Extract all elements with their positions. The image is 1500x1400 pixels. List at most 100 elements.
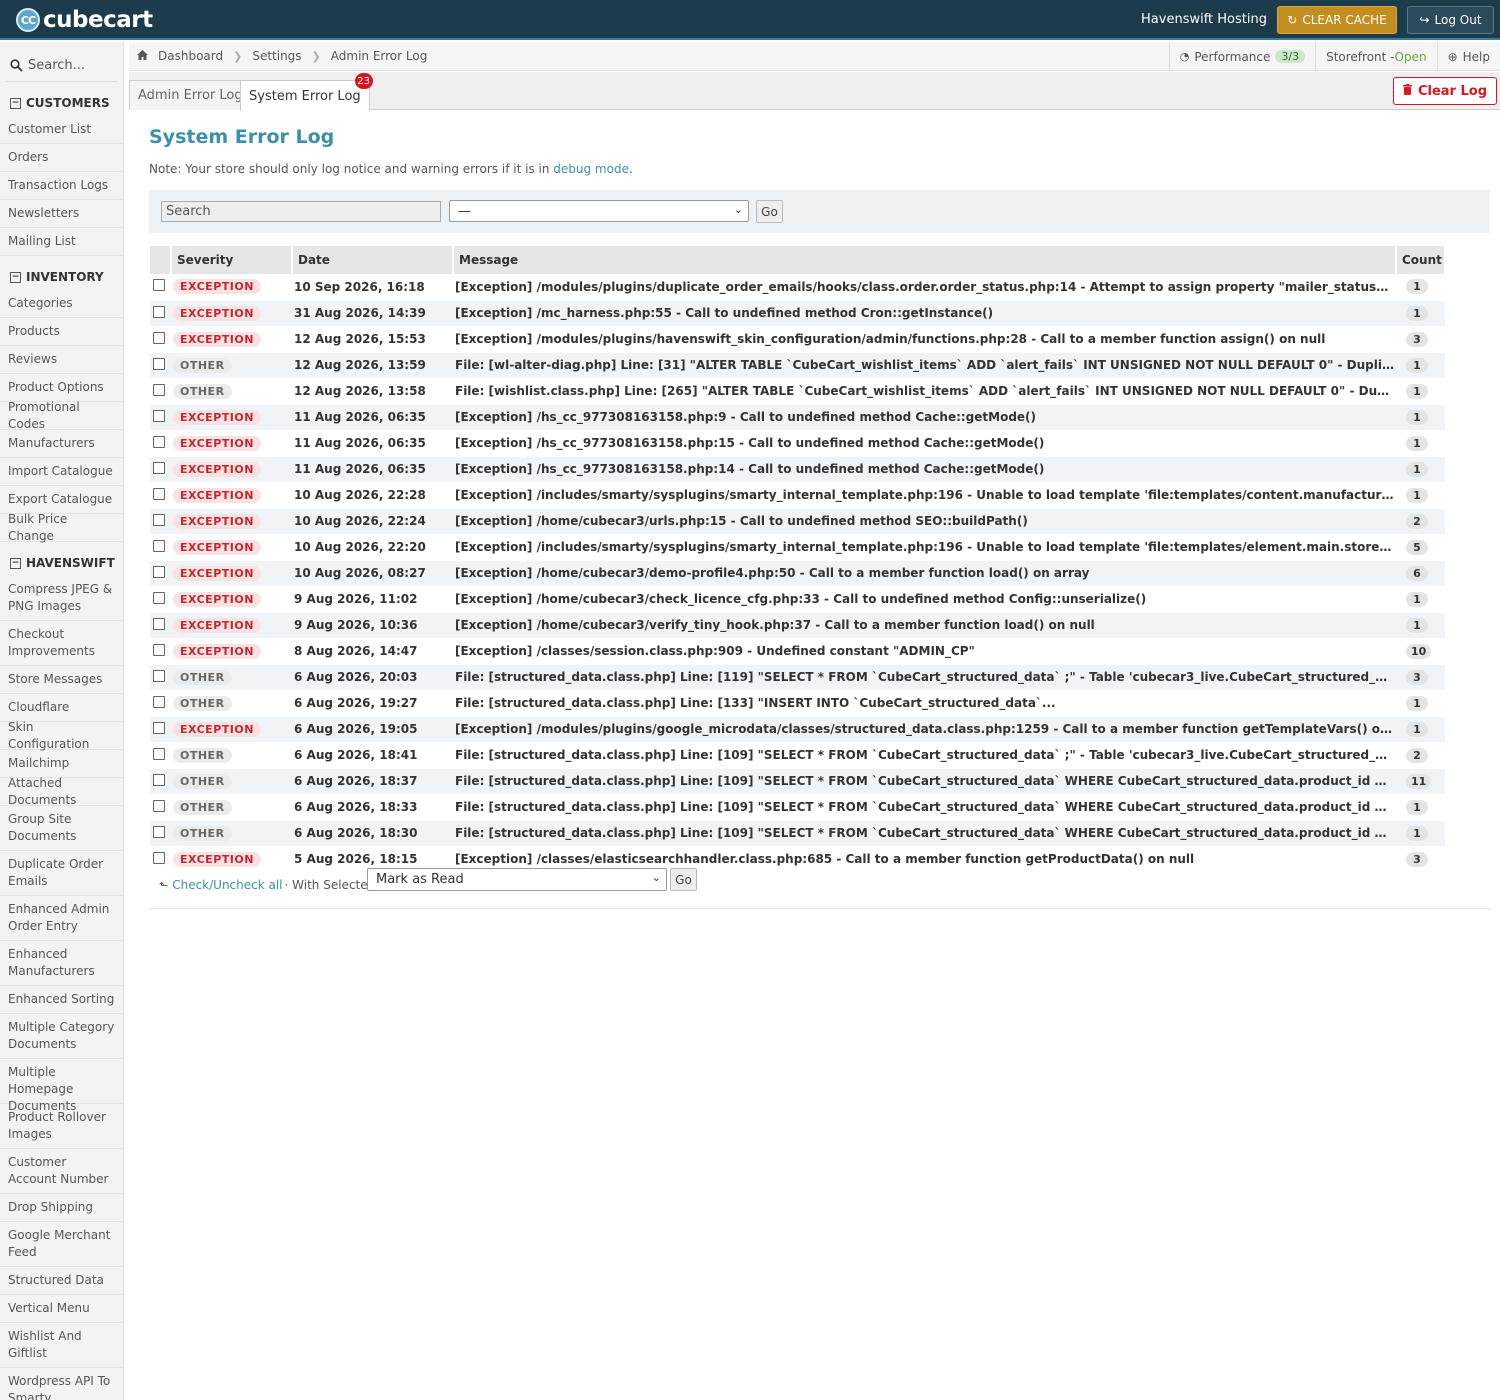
table-row[interactable]: OTHER 12 Aug 2026, 13:59 File: [wl-alter-d…: [150, 352, 1445, 379]
breadcrumb-dashboard[interactable]: Dashboard: [158, 49, 223, 63]
table-row[interactable]: EXCEPTION 6 Aug 2026, 19:05 [Exception] /m…: [150, 716, 1445, 743]
message-cell[interactable]: [Exception] /mc_harness.php:55 - Call to…: [453, 300, 1396, 327]
filter-go-button[interactable]: Go: [756, 200, 783, 223]
sidebar-item-group-site-documents[interactable]: Group Site Documents: [0, 806, 123, 851]
sidebar-item-mailing-list[interactable]: Mailing List: [0, 228, 123, 256]
sidebar-item-product-rollover-images[interactable]: Product Rollover Images: [0, 1104, 123, 1149]
sidebar-item-structured-data[interactable]: Structured Data: [0, 1267, 123, 1295]
sidebar-item-vertical-menu[interactable]: Vertical Menu: [0, 1295, 123, 1323]
log-search-input[interactable]: Search: [161, 201, 441, 222]
row-checkbox[interactable]: [153, 773, 165, 786]
sidebar-item-categories[interactable]: Categories: [0, 290, 123, 318]
row-checkbox[interactable]: [153, 825, 165, 838]
row-checkbox[interactable]: [153, 669, 165, 682]
table-row[interactable]: EXCEPTION 10 Sep 2026, 16:18 [Exception] /…: [150, 274, 1445, 301]
table-row[interactable]: EXCEPTION 31 Aug 2026, 14:39 [Exception] /…: [150, 300, 1445, 327]
message-cell[interactable]: [Exception] /includes/smarty/sysplugins/…: [453, 482, 1396, 509]
sidebar-item-skin-configuration[interactable]: Skin Configuration: [0, 720, 123, 751]
sidebar-item-products[interactable]: Products: [0, 318, 123, 346]
message-cell[interactable]: [Exception] /modules/plugins/duplicate_o…: [453, 274, 1396, 301]
sidebar-item-wishlist-and-giftlist[interactable]: Wishlist And Giftlist: [0, 1323, 123, 1368]
table-row[interactable]: OTHER 6 Aug 2026, 18:37 File: [structured_…: [150, 768, 1445, 795]
row-checkbox[interactable]: [153, 487, 165, 500]
sidebar-item-customer-list[interactable]: Customer List: [0, 116, 123, 144]
table-row[interactable]: OTHER 6 Aug 2026, 20:03 File: [structured_…: [150, 664, 1445, 691]
row-checkbox[interactable]: [153, 591, 165, 604]
sidebar-item-attached-documents[interactable]: Attached Documents: [0, 776, 123, 807]
row-checkbox[interactable]: [153, 565, 165, 578]
sidebar-item-multiple-homepage-documents[interactable]: Multiple Homepage Documents: [0, 1059, 123, 1113]
table-row[interactable]: OTHER 6 Aug 2026, 18:30 File: [structured_…: [150, 820, 1445, 847]
home-icon[interactable]: [137, 49, 148, 63]
storefront-link[interactable]: Storefront - Open: [1315, 42, 1436, 71]
message-cell[interactable]: File: [structured_data.class.php] Line: …: [453, 768, 1396, 795]
tab-system-error-log[interactable]: System Error Log 23: [240, 73, 373, 111]
sidebar-item-orders[interactable]: Orders: [0, 144, 123, 172]
row-checkbox[interactable]: [153, 357, 165, 370]
logout-button[interactable]: ↪ Log Out: [1407, 6, 1494, 34]
sidebar-item-checkout-improvements[interactable]: Checkout Improvements: [0, 621, 123, 666]
row-checkbox[interactable]: [153, 435, 165, 448]
sidebar-item-customer-account-number[interactable]: Customer Account Number: [0, 1149, 123, 1194]
row-checkbox[interactable]: [153, 643, 165, 656]
sidebar-item-wordpress-api-to-smarty[interactable]: Wordpress API To Smarty: [0, 1368, 123, 1400]
sidebar-item-reviews[interactable]: Reviews: [0, 346, 123, 374]
check-uncheck-all-link[interactable]: Check/Uncheck all: [172, 878, 282, 892]
sidebar-item-enhanced-sorting[interactable]: Enhanced Sorting: [0, 986, 123, 1014]
performance-link[interactable]: ◔ Performance 3/3: [1168, 42, 1315, 71]
sidebar-item-multiple-category-documents[interactable]: Multiple Category Documents: [0, 1014, 123, 1059]
table-row[interactable]: EXCEPTION 11 Aug 2026, 06:35 [Exception] /…: [150, 456, 1445, 483]
row-checkbox[interactable]: [153, 539, 165, 552]
message-cell[interactable]: File: [structured_data.class.php] Line: …: [453, 820, 1396, 847]
debug-mode-link[interactable]: debug mode: [553, 162, 629, 176]
sidebar-item-bulk-price-change[interactable]: Bulk Price Change: [0, 512, 123, 543]
sidebar-section-inventory[interactable]: − INVENTORY: [0, 264, 123, 290]
sidebar-item-google-merchant-feed[interactable]: Google Merchant Feed: [0, 1222, 123, 1267]
row-checkbox[interactable]: [153, 851, 165, 864]
table-row[interactable]: EXCEPTION 9 Aug 2026, 10:36 [Exception] /h…: [150, 612, 1445, 639]
row-checkbox[interactable]: [153, 617, 165, 630]
table-row[interactable]: OTHER 6 Aug 2026, 18:41 File: [structured_…: [150, 742, 1445, 769]
sidebar-item-store-messages[interactable]: Store Messages: [0, 666, 123, 694]
row-checkbox[interactable]: [153, 409, 165, 422]
row-checkbox[interactable]: [153, 331, 165, 344]
row-checkbox[interactable]: [153, 513, 165, 526]
sidebar-item-duplicate-order-emails[interactable]: Duplicate Order Emails: [0, 851, 123, 896]
sidebar-search[interactable]: Search...: [6, 50, 117, 82]
bulk-action-select[interactable]: Mark as Read ⌄: [367, 868, 667, 891]
table-row[interactable]: EXCEPTION 10 Aug 2026, 08:27 [Exception] /…: [150, 560, 1445, 587]
message-cell[interactable]: File: [structured_data.class.php] Line: …: [453, 794, 1396, 821]
message-cell[interactable]: [Exception] /classes/session.class.php:9…: [453, 638, 1396, 665]
sidebar-item-import-catalogue[interactable]: Import Catalogue: [0, 458, 123, 486]
message-cell[interactable]: [Exception] /hs_cc_977308163158.php:15 -…: [453, 430, 1396, 457]
table-row[interactable]: EXCEPTION 8 Aug 2026, 14:47 [Exception] /c…: [150, 638, 1445, 665]
message-cell[interactable]: File: [wishlist.class.php] Line: [265] "…: [453, 378, 1396, 405]
sidebar-item-transaction-logs[interactable]: Transaction Logs: [0, 172, 123, 200]
help-link[interactable]: ⊕ Help: [1436, 42, 1500, 71]
severity-filter-select[interactable]: — ⌄: [449, 200, 749, 222]
header-date[interactable]: Date: [292, 246, 454, 274]
header-severity[interactable]: Severity: [171, 246, 293, 274]
message-cell[interactable]: [Exception] /home/cubecar3/verify_tiny_h…: [453, 612, 1396, 639]
row-checkbox[interactable]: [153, 695, 165, 708]
table-row[interactable]: EXCEPTION 11 Aug 2026, 06:35 [Exception] /…: [150, 404, 1445, 431]
table-row[interactable]: EXCEPTION 5 Aug 2026, 18:15 [Exception] /c…: [150, 846, 1445, 873]
message-cell[interactable]: [Exception] /modules/plugins/havenswift_…: [453, 326, 1396, 353]
table-row[interactable]: OTHER 6 Aug 2026, 19:27 File: [structured_…: [150, 690, 1445, 717]
message-cell[interactable]: File: [wl-alter-diag.php] Line: [31] "AL…: [453, 352, 1396, 379]
header-message[interactable]: Message: [453, 246, 1397, 274]
clear-cache-button[interactable]: ↻ CLEAR CACHE: [1277, 6, 1397, 34]
row-checkbox[interactable]: [153, 747, 165, 760]
sidebar-item-promotional-codes[interactable]: Promotional Codes: [0, 400, 123, 431]
header-count[interactable]: Count: [1396, 246, 1446, 274]
message-cell[interactable]: File: [structured_data.class.php] Line: …: [453, 742, 1396, 769]
message-cell[interactable]: File: [structured_data.class.php] Line: …: [453, 690, 1396, 717]
table-row[interactable]: EXCEPTION 10 Aug 2026, 22:28 [Exception] /…: [150, 482, 1445, 509]
table-row[interactable]: OTHER 6 Aug 2026, 18:33 File: [structured_…: [150, 794, 1445, 821]
row-checkbox[interactable]: [153, 383, 165, 396]
table-row[interactable]: EXCEPTION 12 Aug 2026, 15:53 [Exception] /…: [150, 326, 1445, 353]
row-checkbox[interactable]: [153, 721, 165, 734]
breadcrumb-admin-error-log[interactable]: Admin Error Log: [331, 49, 428, 63]
store-name[interactable]: Havenswift Hosting: [1141, 12, 1267, 27]
message-cell[interactable]: [Exception] /modules/plugins/google_micr…: [453, 716, 1396, 743]
